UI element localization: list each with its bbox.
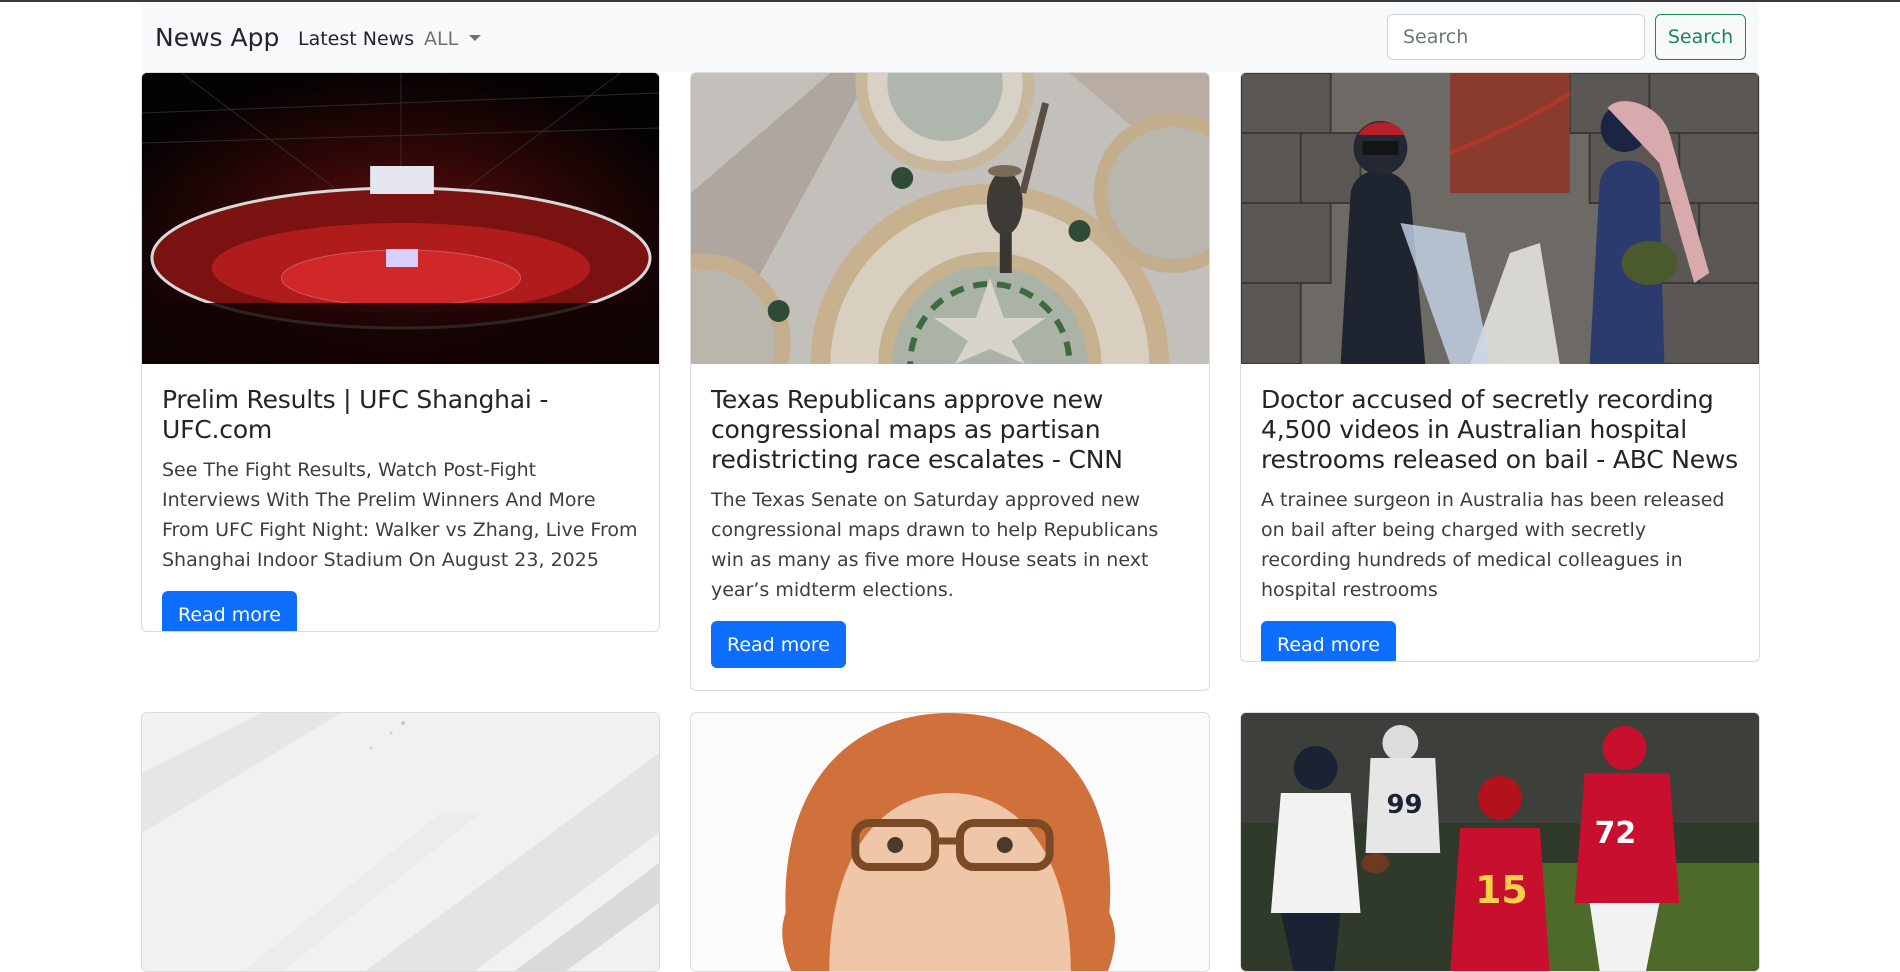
- navbar: News App Latest News ALL Search: [141, 2, 1759, 72]
- news-card: [690, 712, 1210, 972]
- svg-text:15: 15: [1475, 868, 1528, 912]
- caret-down-icon: [469, 34, 482, 41]
- card-body: Texas Republicans approve new congressio…: [711, 385, 1189, 668]
- read-more-button[interactable]: Read more: [711, 621, 846, 668]
- search-button[interactable]: Search: [1655, 14, 1746, 60]
- card-body: Prelim Results | UFC Shanghai - UFC.com …: [162, 385, 639, 631]
- abstract-image[interactable]: [142, 713, 659, 971]
- category-dropdown[interactable]: ALL: [424, 28, 482, 50]
- article-title: Texas Republicans approve new congressio…: [711, 385, 1123, 474]
- read-more-button[interactable]: Read more: [162, 591, 297, 631]
- article-title: Prelim Results | UFC Shanghai - UFC.com: [162, 385, 549, 444]
- nav-latest-news[interactable]: Latest News: [298, 28, 414, 50]
- article-description: A trainee surgeon in Australia has been …: [1261, 489, 1725, 601]
- news-card: Texas Republicans approve new congressio…: [690, 72, 1210, 691]
- news-card: Prelim Results | UFC Shanghai - UFC.com …: [141, 72, 660, 632]
- card-body: Doctor accused of secretly recording 4,5…: [1261, 385, 1739, 661]
- news-card: [141, 712, 660, 972]
- read-more-button[interactable]: Read more: [1261, 621, 1396, 661]
- brand-logo[interactable]: News App: [155, 23, 279, 52]
- football-image[interactable]: 99 15 72: [1241, 713, 1759, 971]
- svg-text:72: 72: [1595, 816, 1637, 851]
- article-title: Doctor accused of secretly recording 4,5…: [1261, 385, 1739, 474]
- news-card: Doctor accused of secretly recording 4,5…: [1240, 72, 1760, 662]
- arena-image[interactable]: [142, 73, 659, 364]
- pedestrians-image[interactable]: [1241, 73, 1759, 364]
- article-description: See The Fight Results, Watch Post-Fight …: [162, 459, 638, 571]
- category-dropdown-label: ALL: [424, 28, 459, 50]
- texas-capitol-floor-image[interactable]: [691, 73, 1209, 364]
- news-card: 99 15 72: [1240, 712, 1760, 972]
- search-input[interactable]: [1387, 14, 1645, 60]
- article-description: The Texas Senate on Saturday approved ne…: [711, 489, 1159, 601]
- portrait-image[interactable]: [691, 713, 1209, 971]
- svg-text:99: 99: [1386, 790, 1422, 820]
